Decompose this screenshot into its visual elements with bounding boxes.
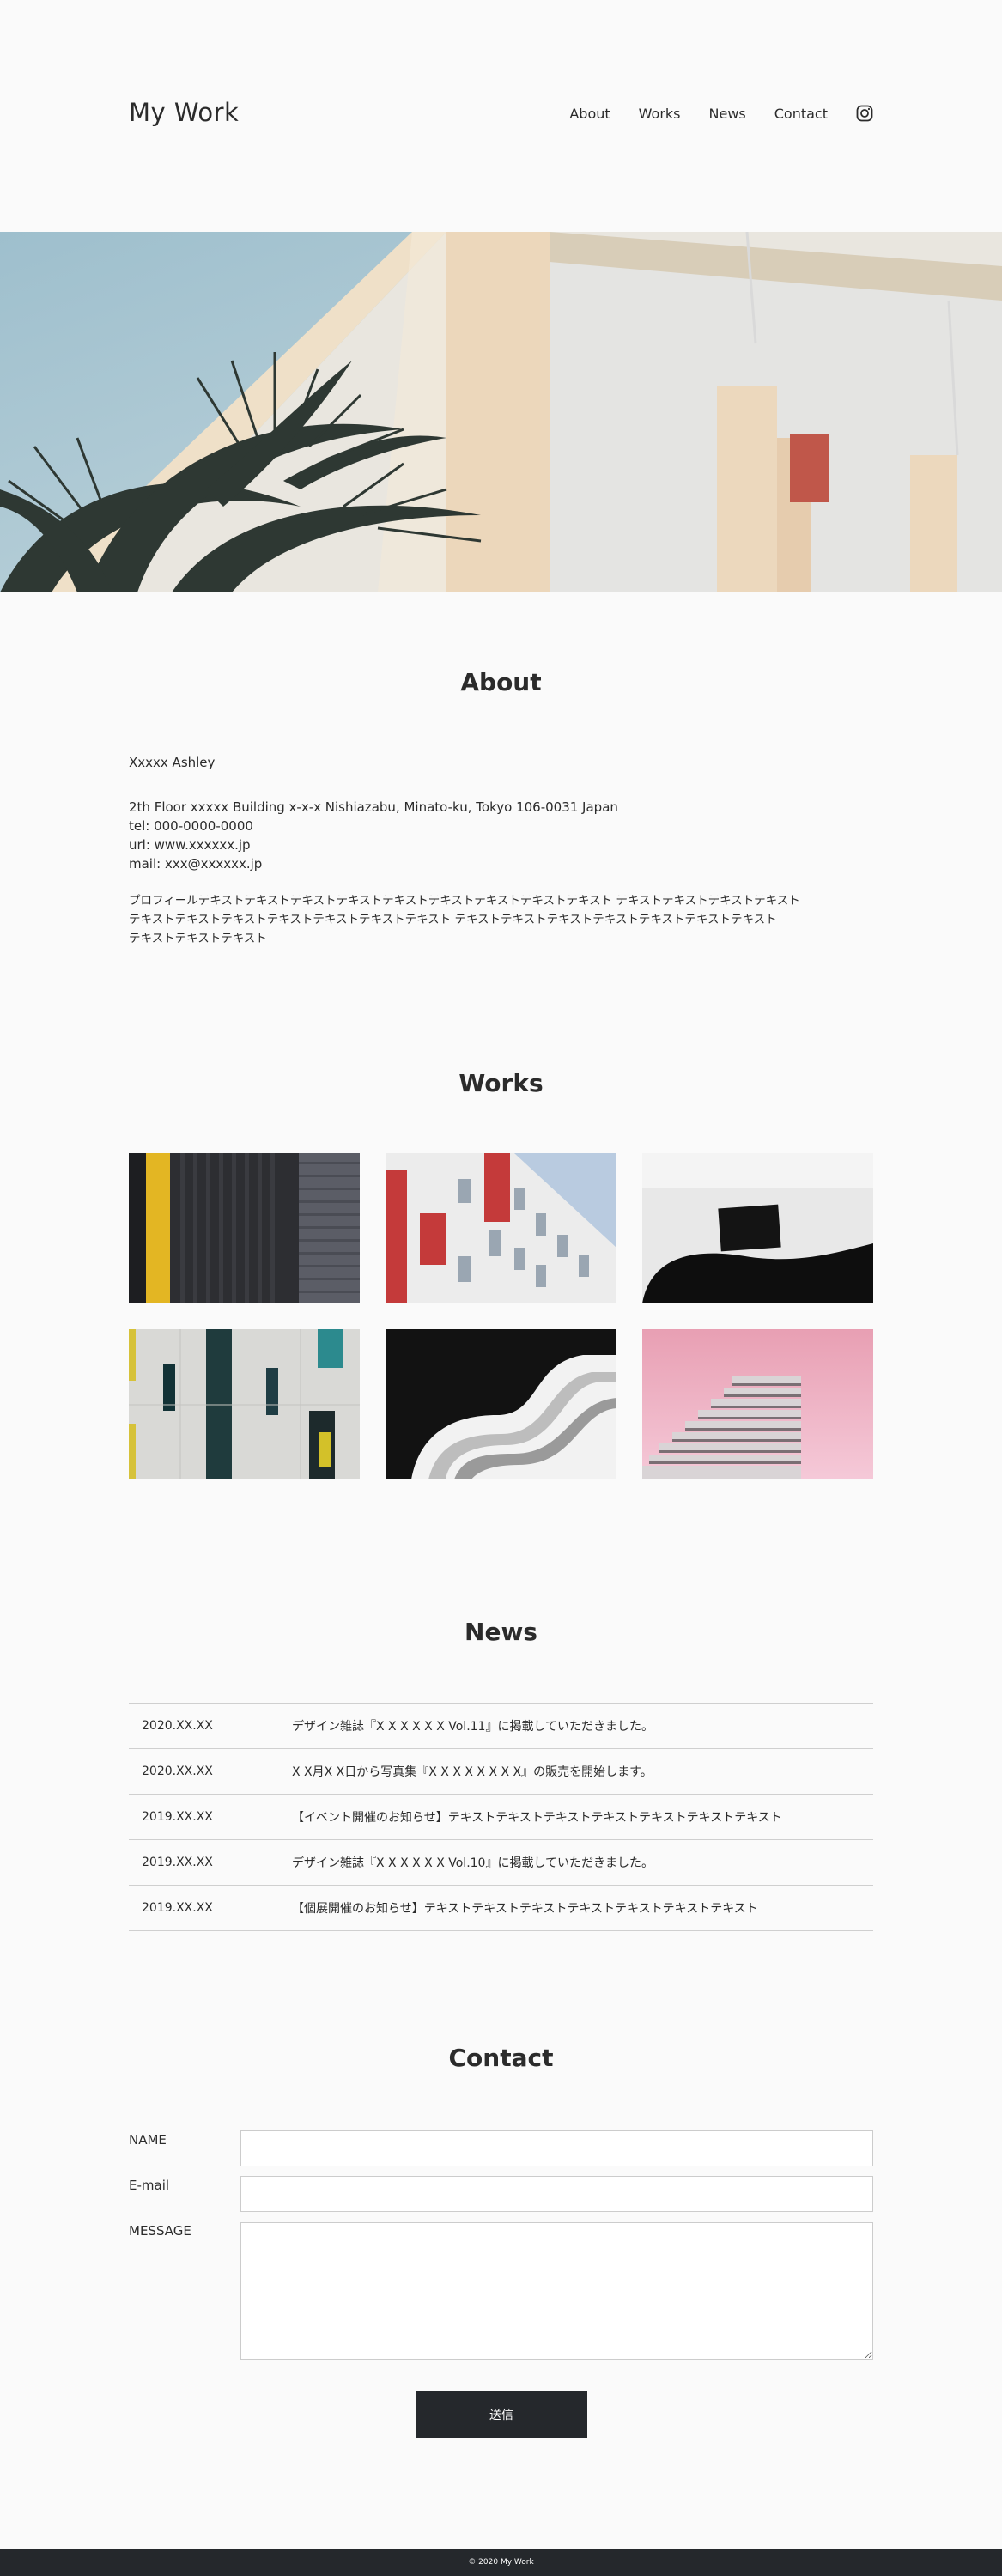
work-item-black-chair[interactable] — [642, 1153, 873, 1303]
email-label: E-mail — [129, 2178, 170, 2193]
nav-link-news[interactable]: News — [709, 106, 746, 122]
work-item-grey-facade-windows[interactable] — [129, 1329, 360, 1479]
about-profile-line: プロフィールテキストテキストテキストテキストテキストテキストテキストテキストテキ… — [129, 894, 800, 908]
news-text: デザイン雑誌『X X X X X X Vol.10』に掲載していただきました。 — [292, 1856, 654, 1870]
work-item-pink-stepped-building[interactable] — [642, 1329, 873, 1479]
name-label: NAME — [129, 2132, 167, 2148]
works-title: Works — [458, 1069, 544, 1097]
contact-title: Contact — [448, 2044, 554, 2072]
nav-link-works[interactable]: Works — [639, 106, 681, 122]
news-text: 【個展開催のお知らせ】テキストテキストテキストテキストテキストテキストテキスト — [292, 1902, 758, 1916]
nav-link-about[interactable]: About — [569, 106, 610, 122]
news-date: 2019.XX.XX — [142, 1901, 213, 1915]
about-content: Xxxxx Ashley 2th Floor xxxxx Building x-… — [129, 753, 873, 948]
nav-link-contact[interactable]: Contact — [774, 106, 828, 122]
news-title: News — [465, 1618, 537, 1646]
instagram-icon[interactable] — [856, 105, 873, 122]
news-item[interactable]: 2019.XX.XX デザイン雑誌『X X X X X X Vol.10』に掲載し… — [129, 1840, 873, 1886]
name-input[interactable] — [240, 2130, 873, 2166]
work-item-black-yellow-facade[interactable] — [129, 1153, 360, 1303]
news-date: 2019.XX.XX — [142, 1810, 213, 1824]
about-mail: mail: xxx@xxxxxx.jp — [129, 856, 263, 872]
email-input[interactable] — [240, 2176, 873, 2212]
about-profile-line: テキストテキストテキストテキストテキストテキストテキスト テキストテキストテキス… — [129, 913, 777, 927]
about-profile-line: テキストテキストテキスト — [129, 932, 267, 945]
news-text: 【イベント開催のお知らせ】テキストテキストテキストテキストテキストテキストテキス… — [292, 1811, 782, 1825]
about-address: 2th Floor xxxxx Building x-x-x Nishiazab… — [129, 799, 618, 815]
news-text: デザイン雑誌『X X X X X X Vol.11』に掲載していただきました。 — [292, 1720, 654, 1734]
submit-button[interactable]: 送信 — [416, 2391, 587, 2438]
about-title: About — [460, 668, 542, 696]
news-date: 2020.XX.XX — [142, 1719, 213, 1733]
works-grid — [129, 1153, 873, 1479]
work-item-curved-white-building[interactable] — [386, 1329, 616, 1479]
message-textarea[interactable] — [240, 2222, 873, 2360]
news-item[interactable]: 2019.XX.XX 【個展開催のお知らせ】テキストテキストテキストテキストテキス… — [129, 1886, 873, 1931]
news-item[interactable]: 2020.XX.XX X X月X X日から写真集『X X X X X X X X』… — [129, 1749, 873, 1795]
about-name: Xxxxx Ashley — [129, 755, 216, 770]
work-item-white-red-building[interactable] — [386, 1153, 616, 1303]
about-url: url: www.xxxxxx.jp — [129, 837, 251, 853]
news-item[interactable]: 2020.XX.XX デザイン雑誌『X X X X X X Vol.11』に掲載し… — [129, 1704, 873, 1749]
news-item[interactable]: 2019.XX.XX 【イベント開催のお知らせ】テキストテキストテキストテキストテ… — [129, 1795, 873, 1840]
news-date: 2019.XX.XX — [142, 1856, 213, 1869]
site-footer: © 2020 My Work — [0, 2549, 1002, 2576]
site-logo[interactable]: My Work — [129, 98, 239, 127]
hero-image — [0, 232, 1002, 592]
message-label: MESSAGE — [129, 2223, 191, 2239]
about-tel: tel: 000-0000-0000 — [129, 818, 253, 834]
copyright-text: © 2020 My Work — [468, 2558, 534, 2567]
news-text: X X月X X日から写真集『X X X X X X X X』の販売を開始します。 — [292, 1765, 653, 1779]
news-date: 2020.XX.XX — [142, 1765, 213, 1778]
news-list: 2020.XX.XX デザイン雑誌『X X X X X X Vol.11』に掲載し… — [129, 1703, 873, 1931]
main-nav: About Works News Contact — [569, 105, 873, 122]
